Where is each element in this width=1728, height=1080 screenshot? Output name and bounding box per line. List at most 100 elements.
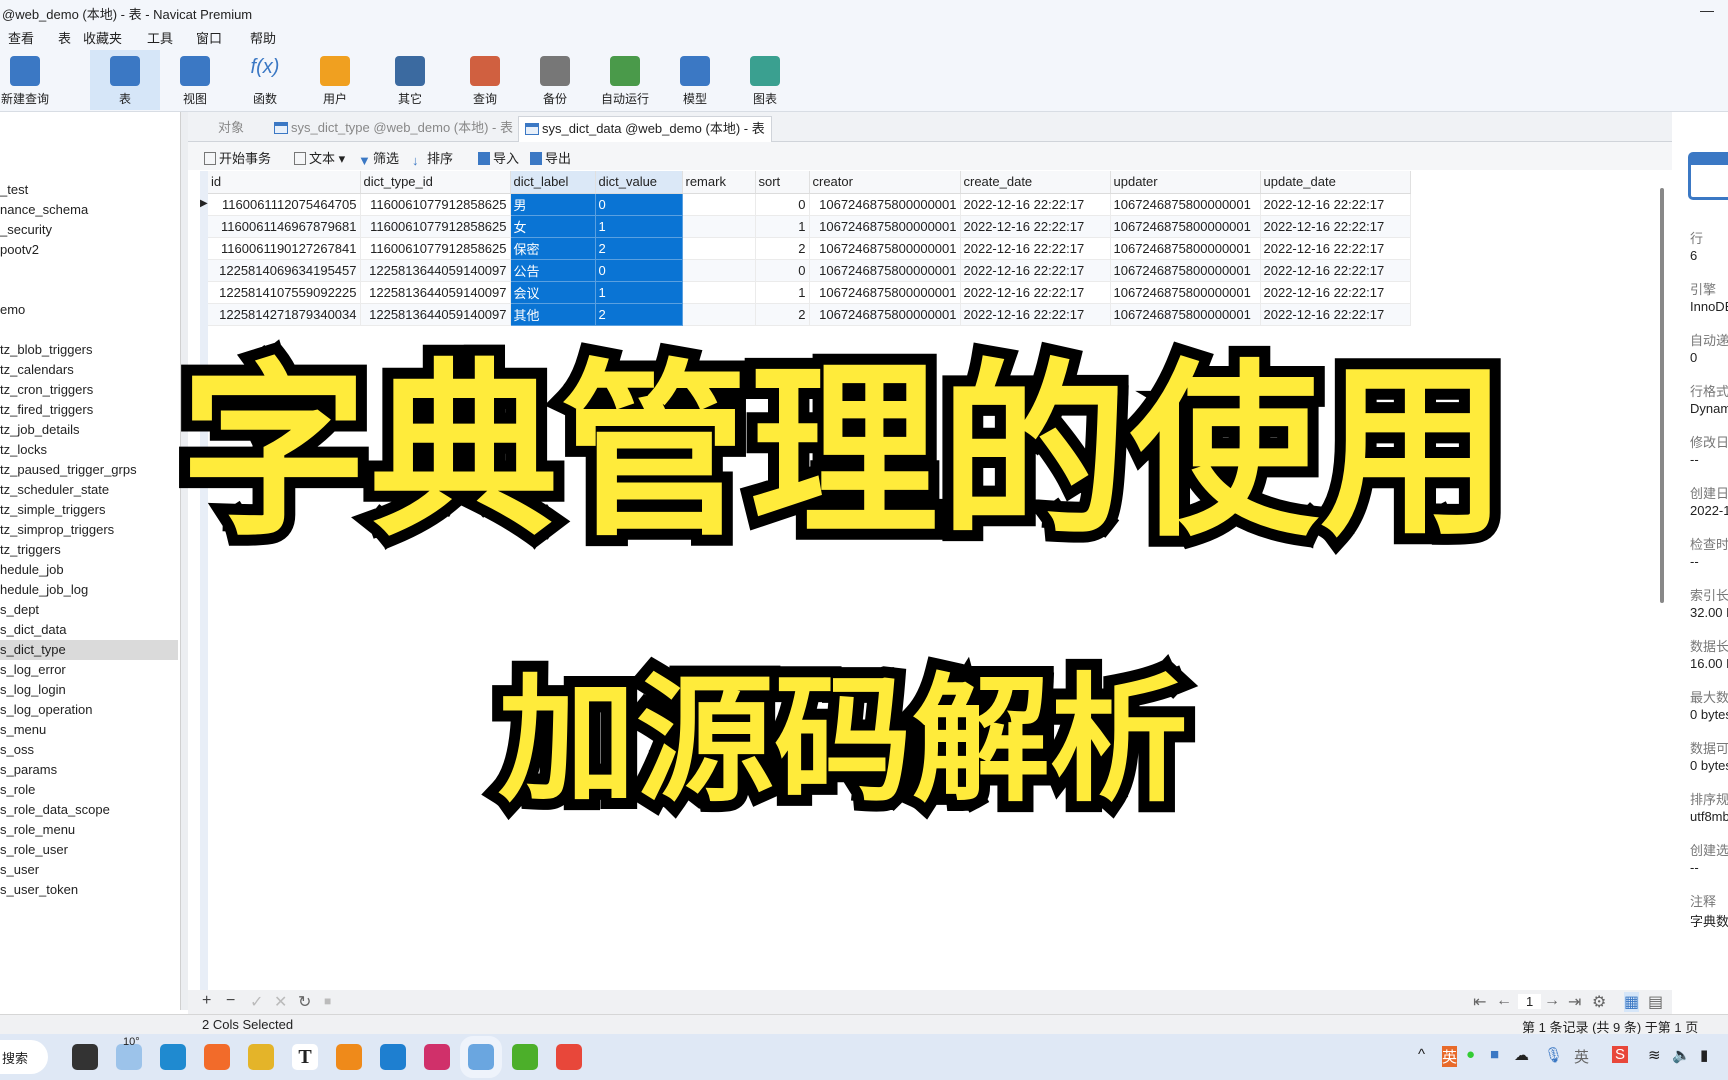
sidebar-item[interactable]: tz_triggers <box>0 540 178 560</box>
taskbar-camtasia-green-icon[interactable] <box>512 1044 538 1070</box>
toolbar-automation-button[interactable]: 自动运行 <box>590 50 660 110</box>
cell-sort[interactable]: 2 <box>755 237 810 260</box>
grid-view-button[interactable]: ▦ <box>1624 992 1640 1012</box>
toolbar-new-query-button[interactable]: 新建查询 <box>0 50 60 110</box>
tab-sys-dict-data[interactable]: sys_dict_data @web_demo (本地) - 表 <box>518 116 772 142</box>
cell-dict_label[interactable]: 男 <box>510 193 596 216</box>
cloud-icon[interactable]: ☁ <box>1514 1046 1529 1064</box>
sidebar-item[interactable]: s_dict_type <box>0 640 178 660</box>
wifi-icon[interactable]: ≋ <box>1648 1046 1661 1064</box>
table-row[interactable]: 1160061112075464705 1160061077912858625 男 0… <box>208 193 1411 216</box>
toolbar-chart-button[interactable]: 图表 <box>730 50 800 110</box>
taskbar-chrome-icon[interactable] <box>248 1044 274 1070</box>
column-header-dict_value[interactable]: dict_value <box>595 171 683 194</box>
tab-objects[interactable]: 对象 <box>212 116 250 142</box>
sidebar-item[interactable]: tz_fired_triggers <box>0 400 178 420</box>
volume-icon[interactable]: 🔈 <box>1672 1046 1691 1064</box>
table-row[interactable]: 1225814069634195457 1225813644059140097 公告… <box>208 259 1411 282</box>
menu-help[interactable]: 帮助 <box>250 28 276 47</box>
menu-window[interactable]: 窗口 <box>196 28 222 47</box>
sidebar-item[interactable]: s_log_login <box>0 680 178 700</box>
add-record-button[interactable]: + <box>202 992 211 1010</box>
cell-dict_label[interactable]: 保密 <box>510 237 596 260</box>
cell-dict_value[interactable]: 1 <box>595 215 683 238</box>
cell-update_date[interactable]: 2022-12-16 22:22:17 <box>1260 259 1411 282</box>
taskbar-intellij-icon[interactable] <box>424 1044 450 1070</box>
cell-sort[interactable]: 1 <box>755 215 810 238</box>
export-button[interactable]: 导出 <box>530 148 571 167</box>
apply-changes-button[interactable]: ✓ <box>250 992 263 1012</box>
sidebar-item[interactable]: _test <box>0 180 178 200</box>
cell-dict_label[interactable]: 女 <box>510 215 596 238</box>
filter-button[interactable]: ▼ 筛选 <box>358 148 399 168</box>
cell-dict_type_id[interactable]: 1160061077912858625 <box>360 215 511 238</box>
cell-create_date[interactable]: 2022-12-16 22:22:17 <box>960 259 1111 282</box>
app-tray-icon[interactable]: ■ <box>1490 1046 1499 1063</box>
toolbar-function-button[interactable]: f(x) 函数 <box>230 50 300 110</box>
cell-dict_label[interactable]: 公告 <box>510 259 596 282</box>
sidebar-item[interactable]: tz_scheduler_state <box>0 480 178 500</box>
cell-remark[interactable] <box>682 193 756 216</box>
ime-icon[interactable]: 英 <box>1442 1046 1458 1067</box>
cell-update_date[interactable]: 2022-12-16 22:22:17 <box>1260 193 1411 216</box>
text-button[interactable]: 文本 ▾ <box>294 148 345 167</box>
cell-id[interactable]: 1160061190127267841 <box>208 237 361 260</box>
sidebar-item[interactable]: hedule_job_log <box>0 580 178 600</box>
sidebar-item[interactable]: s_dict_data <box>0 620 178 640</box>
sidebar-item[interactable]: s_role_data_scope <box>0 800 178 820</box>
cell-id[interactable]: 1225814069634195457 <box>208 259 361 282</box>
begin-transaction-button[interactable]: 开始事务 <box>204 148 271 167</box>
toolbar-backup-button[interactable]: 备份 <box>520 50 590 110</box>
battery-icon[interactable]: ▮ <box>1700 1046 1708 1064</box>
cell-dict_value[interactable]: 0 <box>595 193 683 216</box>
taskbar-typora-icon[interactable]: T <box>292 1044 318 1070</box>
input-language-icon[interactable]: 英 <box>1574 1046 1589 1067</box>
sidebar-item[interactable]: tz_paused_trigger_grps <box>0 460 178 480</box>
menu-table[interactable]: 表 <box>58 28 71 47</box>
cell-creator[interactable]: 1067246875800000001 <box>809 259 961 282</box>
discard-changes-button[interactable]: ✕ <box>274 992 287 1012</box>
sort-button[interactable]: ↓ 排序 <box>412 148 453 168</box>
toolbar-tools-button[interactable]: 其它 <box>375 50 445 110</box>
sidebar-item[interactable]: s_dept <box>0 600 178 620</box>
cell-sort[interactable]: 0 <box>755 259 810 282</box>
taskbar-vscode-icon[interactable] <box>380 1044 406 1070</box>
column-header-dict_label[interactable]: dict_label <box>510 171 596 194</box>
sidebar-item[interactable]: tz_simprop_triggers <box>0 520 178 540</box>
sidebar-item[interactable]: tz_job_details <box>0 420 178 440</box>
sidebar-item[interactable]: tz_blob_triggers <box>0 340 178 360</box>
column-header-remark[interactable]: remark <box>682 171 756 194</box>
sidebar-item[interactable]: s_user <box>0 860 178 880</box>
cell-create_date[interactable]: 2022-12-16 22:22:17 <box>960 193 1111 216</box>
column-header-creator[interactable]: creator <box>809 171 961 194</box>
taskbar-firefox-icon[interactable] <box>204 1044 230 1070</box>
cell-creator[interactable]: 1067246875800000001 <box>809 237 961 260</box>
cell-dict_type_id[interactable]: 1160061077912858625 <box>360 193 511 216</box>
taskbar-camtasia-red-icon[interactable] <box>556 1044 582 1070</box>
sidebar-item[interactable]: tz_cron_triggers <box>0 380 178 400</box>
refresh-button[interactable]: ↻ <box>298 992 311 1012</box>
sidebar-item[interactable]: s_role <box>0 780 178 800</box>
column-header-updater[interactable]: updater <box>1110 171 1261 194</box>
cell-remark[interactable] <box>682 215 756 238</box>
sidebar-item[interactable]: s_log_error <box>0 660 178 680</box>
toolbar-table-button[interactable]: 表 <box>90 50 160 110</box>
sidebar-item[interactable]: _security <box>0 220 178 240</box>
taskbar-sublime-icon[interactable] <box>336 1044 362 1070</box>
sidebar-item[interactable]: s_oss <box>0 740 178 760</box>
toolbar-query-button[interactable]: 查询 <box>450 50 520 110</box>
tab-sys-dict-type[interactable]: sys_dict_type @web_demo (本地) - 表 <box>268 116 519 142</box>
cell-updater[interactable]: 1067246875800000001 <box>1110 259 1261 282</box>
sidebar-item[interactable]: s_log_operation <box>0 700 178 720</box>
grid-vertical-scrollbar[interactable] <box>1660 188 1664 603</box>
menu-favorites[interactable]: 收藏夹 <box>83 28 122 47</box>
minimize-button[interactable]: — <box>1700 2 1714 18</box>
tray-chevron-icon[interactable]: ^ <box>1418 1046 1425 1063</box>
cell-creator[interactable]: 1067246875800000001 <box>809 215 961 238</box>
sidebar-item[interactable]: pootv2 <box>0 240 178 260</box>
first-page-button[interactable]: ⇤ <box>1473 992 1486 1012</box>
sidebar-item[interactable]: tz_simple_triggers <box>0 500 178 520</box>
cell-id[interactable]: 1160061146967879681 <box>208 215 361 238</box>
taskbar-edge-icon[interactable] <box>160 1044 186 1070</box>
toolbar-view-button[interactable]: 视图 <box>160 50 230 110</box>
